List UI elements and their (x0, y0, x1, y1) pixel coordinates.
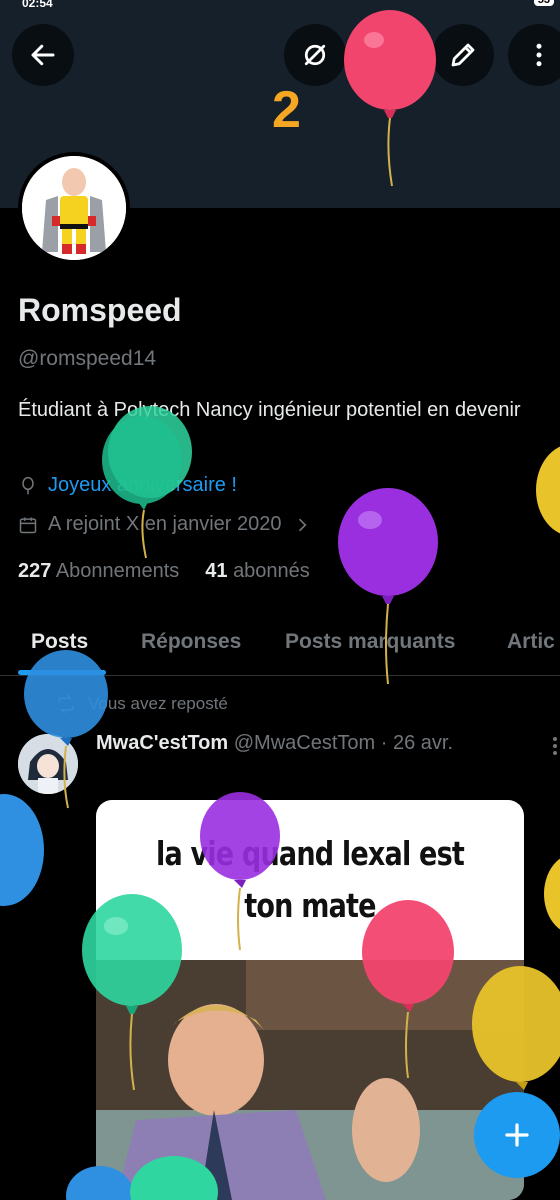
vertical-dots-icon (536, 43, 542, 67)
balloon-purple-small (200, 792, 280, 950)
pen-icon (451, 43, 475, 67)
post-author-handle[interactable]: @MwaCestTom (234, 732, 375, 754)
follow-stats: 227 Abonnements 41 abonnés (18, 560, 310, 583)
balloon-counter: 2 (272, 81, 301, 139)
balloon-outline-icon (22, 476, 34, 494)
post-author-name[interactable]: MwaC'estTom (96, 732, 228, 754)
status-bar: 02:54 53 (0, 0, 560, 10)
balloon-red-small (362, 900, 454, 1078)
profile-display-name: Romspeed (18, 292, 182, 328)
post-date: · 26 avr. (380, 732, 454, 754)
balloon-yellow (472, 966, 560, 1090)
profile-avatar[interactable] (18, 152, 130, 264)
following-label: Abonnements (55, 560, 180, 582)
post-header: MwaC'estTom @MwaCestTom · 26 avr. (96, 732, 453, 755)
saitama-avatar-image (22, 156, 126, 260)
balloon-blue-edge (0, 794, 44, 906)
balloon-yellow-edge-2 (544, 858, 560, 930)
profile-bio: Étudiant à Polytech Nancy ingénieur pote… (18, 399, 521, 421)
battery-indicator: 53 (533, 0, 554, 6)
tab-replies[interactable]: Réponses (141, 630, 241, 654)
balloon-blue (24, 650, 108, 809)
balloon-purple (338, 488, 438, 685)
balloon-red (344, 10, 436, 187)
followers-label: abonnés (233, 560, 310, 582)
following-link[interactable]: 227 Abonnements (18, 560, 179, 583)
balloon-green-large (82, 894, 182, 1091)
followers-count: 41 (205, 560, 228, 582)
post-more-icon[interactable] (550, 736, 560, 756)
meme-caption-line-1: la vie quand lexal est (155, 834, 465, 873)
status-time: 02:54 (22, 0, 53, 10)
calendar-icon (19, 517, 37, 533)
followers-link[interactable]: 41 abonnés (205, 560, 310, 583)
arrow-left-icon (31, 44, 55, 66)
tab-articles[interactable]: Artic (507, 630, 555, 654)
grok-button[interactable] (284, 24, 346, 86)
balloon-yellow-edge (536, 446, 560, 534)
profile-handle: @romspeed14 (18, 347, 157, 370)
balloon-bottom-cluster (66, 1156, 218, 1200)
chevron-right-icon (298, 518, 307, 531)
plus-icon (505, 1123, 529, 1147)
following-count: 227 (18, 560, 52, 582)
back-button[interactable] (12, 24, 74, 86)
balloon-green (102, 406, 192, 559)
grok-slash-circle-icon (304, 44, 326, 66)
